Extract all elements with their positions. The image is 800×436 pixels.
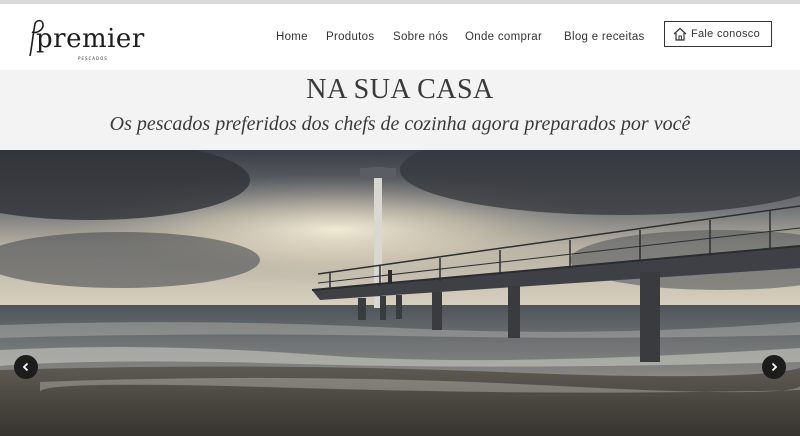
nav-onde-comprar[interactable]: Onde comprar [465, 31, 542, 43]
intro-title: NA SUA CASA [306, 74, 494, 105]
contact-button-label: Fale conosco [691, 28, 761, 40]
logo-text: premier [36, 24, 145, 54]
intro-subtitle: Os pescados preferidos dos chefs de cozi… [109, 113, 691, 135]
hero-image [0, 150, 800, 436]
contact-button[interactable]: Fale conosco [664, 21, 772, 47]
home-icon [673, 27, 687, 41]
site-header: premier PESCADOS Home Produtos Sobre nós… [0, 4, 800, 70]
hero-carousel [0, 150, 800, 436]
nav-home[interactable]: Home [276, 31, 308, 43]
carousel-prev-button[interactable] [14, 355, 38, 379]
carousel-next-button[interactable] [762, 355, 786, 379]
nav-produtos[interactable]: Produtos [326, 31, 374, 43]
nav-blog-receitas[interactable]: Blog e receitas [564, 31, 645, 43]
logo-subtext: PESCADOS [78, 56, 108, 61]
brand-logo[interactable]: premier PESCADOS [26, 16, 144, 62]
chevron-right-icon [771, 362, 778, 372]
nav-sobre-nos[interactable]: Sobre nós [393, 31, 448, 43]
chevron-left-icon [22, 362, 29, 372]
